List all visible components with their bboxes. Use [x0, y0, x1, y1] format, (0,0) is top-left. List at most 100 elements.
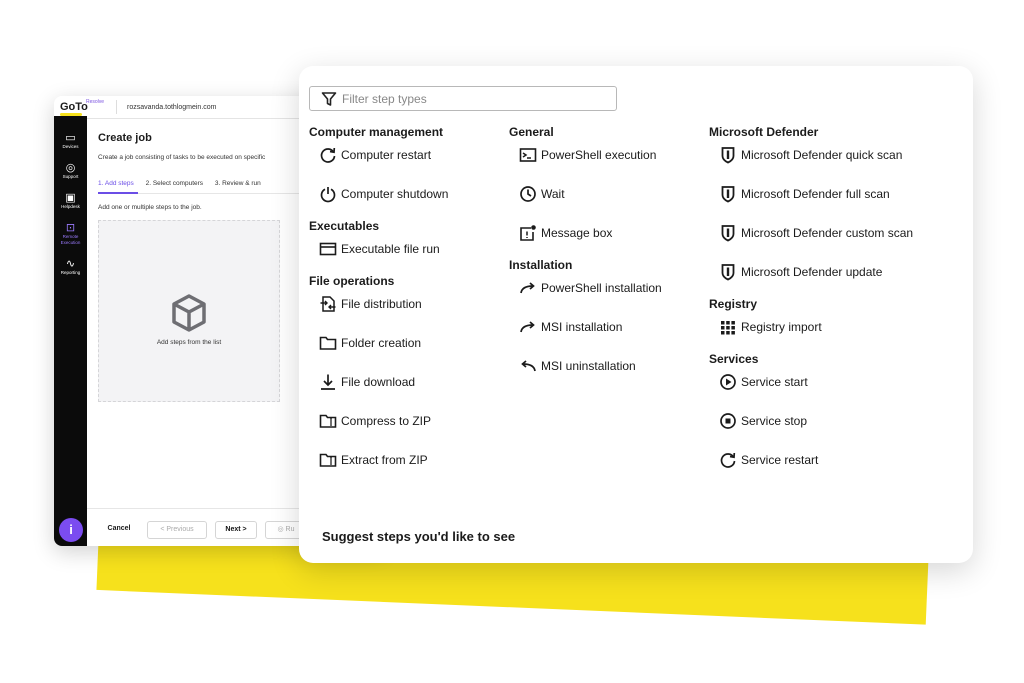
- step-defender-quick-scan[interactable]: Microsoft Defender quick scan: [709, 140, 902, 179]
- sidebar-item-support[interactable]: ◎ Support: [54, 162, 87, 180]
- step-label: PowerShell installation: [541, 281, 662, 295]
- step-label: Executable file run: [341, 242, 440, 256]
- arrow-right-curve-icon: [519, 279, 537, 297]
- step-label: Wait: [541, 187, 565, 201]
- box-icon: [172, 294, 206, 332]
- sidebar-item-devices[interactable]: ▭ Devices: [54, 132, 87, 150]
- zip-folder-icon: [319, 451, 337, 469]
- page-subtitle: Create a job consisting of tasks to be e…: [98, 154, 266, 161]
- download-icon: [319, 373, 337, 391]
- step-extract-from-zip[interactable]: Extract from ZIP: [309, 445, 443, 484]
- step-folder-creation[interactable]: Folder creation: [309, 328, 443, 367]
- step-label: Registry import: [741, 320, 822, 334]
- section-title: Registry: [709, 297, 758, 311]
- step-file-download[interactable]: File download: [309, 367, 443, 406]
- section-title: Microsoft Defender: [709, 125, 819, 139]
- step-computer-restart[interactable]: Computer restart: [309, 140, 443, 179]
- sidebar-item-label: Support: [62, 174, 79, 179]
- step-label: Compress to ZIP: [341, 414, 432, 428]
- next-button[interactable]: Next >: [215, 521, 257, 539]
- grid-icon: [719, 318, 737, 336]
- empty-steps-text: Add steps from the list: [156, 339, 222, 346]
- step-wait[interactable]: Wait: [509, 179, 572, 218]
- info-button[interactable]: i: [59, 518, 83, 542]
- cancel-button[interactable]: Cancel: [99, 521, 139, 537]
- step-powershell-execution[interactable]: PowerShell execution: [509, 140, 656, 179]
- sidebar-item-label: Reporting: [60, 270, 81, 275]
- sidebar: ▭ Devices ◎ Support ▣ Helpdesk ⊡ Remote …: [54, 116, 87, 546]
- account-domain: rozsavanda.tothlogmein.com: [127, 104, 217, 111]
- step-label: Microsoft Defender update: [741, 265, 883, 279]
- goto-logo: GoTo: [60, 101, 88, 113]
- step-executable-file-run[interactable]: Executable file run: [309, 234, 443, 273]
- step-label: MSI installation: [541, 320, 623, 334]
- message-box-icon: [519, 224, 537, 242]
- arrow-left-curve-icon: [519, 357, 537, 375]
- step-registry-import[interactable]: Registry import: [709, 312, 822, 351]
- step-label: Service restart: [741, 453, 819, 467]
- steps-drop-area: Add steps from the list: [98, 220, 280, 402]
- file-transfer-icon: [319, 295, 337, 313]
- step-message-box[interactable]: Message box: [509, 218, 612, 257]
- step-service-stop[interactable]: Service stop: [709, 406, 818, 445]
- step-label: Computer shutdown: [341, 187, 449, 201]
- step-label: Folder creation: [341, 336, 422, 350]
- divider: [116, 100, 117, 114]
- step-label: Message box: [541, 226, 613, 240]
- previous-button[interactable]: < Previous: [147, 521, 207, 539]
- logo-product: Resolve: [86, 99, 105, 105]
- play-circle-icon: [719, 373, 737, 391]
- filter-icon: [321, 92, 337, 106]
- play-icon: ◎: [277, 526, 286, 533]
- tab-review-run[interactable]: 3. Review & run: [215, 180, 261, 187]
- zip-folder-icon: [319, 412, 337, 430]
- step-powershell-installation[interactable]: PowerShell installation: [509, 273, 662, 312]
- step-label: PowerShell execution: [541, 148, 657, 162]
- step-label: Computer restart: [341, 148, 432, 162]
- section-title: Installation: [509, 258, 573, 272]
- column-3: Microsoft Defender Microsoft Defender qu…: [709, 124, 913, 484]
- defender-shield-icon: [719, 224, 737, 242]
- stop-circle-icon: [719, 412, 737, 430]
- sidebar-item-helpdesk[interactable]: ▣ Helpdesk: [54, 192, 87, 210]
- step-service-start[interactable]: Service start: [709, 367, 818, 406]
- suggest-steps-link[interactable]: Suggest steps you'd like to see: [322, 529, 515, 544]
- support-icon: ◎: [65, 162, 76, 174]
- clock-icon: [519, 185, 537, 203]
- power-icon: [319, 185, 337, 203]
- wizard-steps: 1. Add steps 2. Select computers 3. Revi…: [98, 180, 271, 187]
- tab-select-computers[interactable]: 2. Select computers: [146, 180, 203, 187]
- filter-input[interactable]: [342, 90, 602, 107]
- defender-shield-icon: [719, 185, 737, 203]
- step-computer-shutdown[interactable]: Computer shutdown: [309, 179, 448, 218]
- step-compress-to-zip[interactable]: Compress to ZIP: [309, 406, 443, 445]
- restart-icon: [319, 146, 337, 164]
- window-icon: [319, 240, 337, 258]
- section-title: Computer management: [309, 125, 444, 139]
- step-defender-custom-scan[interactable]: Microsoft Defender custom scan: [709, 218, 913, 257]
- remote-execution-icon: ⊡: [65, 222, 76, 234]
- active-tab-indicator: [98, 192, 138, 194]
- step-defender-full-scan[interactable]: Microsoft Defender full scan: [709, 179, 890, 218]
- step-file-distribution[interactable]: File distribution: [309, 289, 443, 328]
- sidebar-item-label: Helpdesk: [61, 204, 80, 209]
- section-title: General: [509, 125, 554, 139]
- step-label: MSI uninstallation: [541, 359, 636, 373]
- step-label: Microsoft Defender quick scan: [741, 148, 903, 162]
- step-types-panel: Computer management Computer restart Com…: [299, 66, 973, 563]
- sidebar-item-remote-execution[interactable]: ⊡ Remote Execution: [54, 222, 87, 246]
- steps-hint: Add one or multiple steps to the job.: [98, 204, 202, 211]
- step-label: Microsoft Defender full scan: [741, 187, 890, 201]
- step-label: Microsoft Defender custom scan: [741, 226, 914, 240]
- sidebar-item-reporting[interactable]: ∿ Reporting: [54, 258, 87, 276]
- step-msi-installation[interactable]: MSI installation: [509, 312, 622, 351]
- step-defender-update[interactable]: Microsoft Defender update: [709, 257, 882, 296]
- tab-add-steps[interactable]: 1. Add steps: [98, 180, 134, 187]
- sidebar-item-label: Devices: [62, 144, 79, 149]
- step-msi-uninstallation[interactable]: MSI uninstallation: [509, 351, 636, 390]
- defender-shield-icon: [719, 146, 737, 164]
- folder-icon: [319, 334, 337, 352]
- filter-field[interactable]: [309, 86, 617, 111]
- helpdesk-icon: ▣: [65, 192, 76, 204]
- step-service-restart[interactable]: Service restart: [709, 445, 818, 484]
